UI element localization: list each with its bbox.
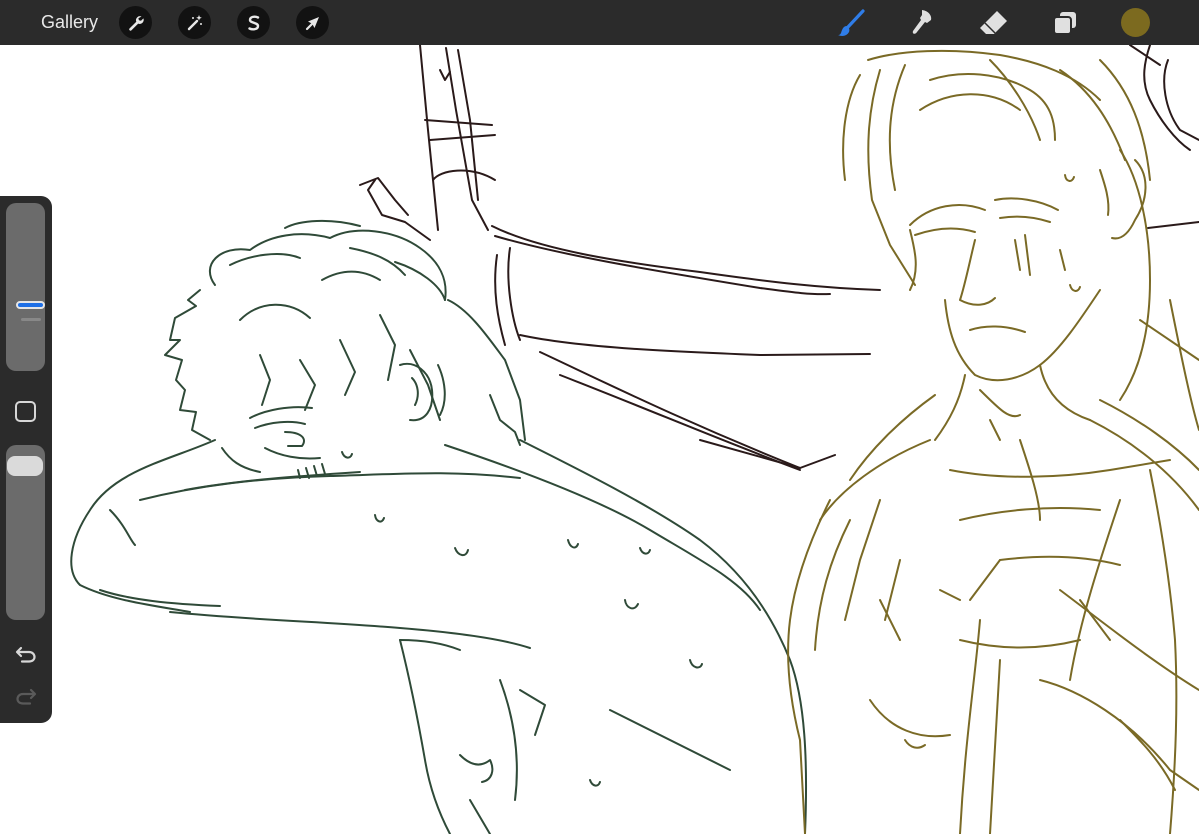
transform-arrow-icon [305, 16, 319, 30]
redo-icon [16, 688, 37, 705]
color-picker-button[interactable] [1121, 8, 1150, 37]
eraser-tool-button[interactable] [976, 6, 1010, 40]
modify-button[interactable] [15, 401, 36, 422]
adjustments-button[interactable] [178, 6, 211, 39]
smudge-icon [912, 10, 932, 34]
brush-opacity-slider[interactable] [6, 445, 45, 620]
gallery-button[interactable]: Gallery [41, 11, 98, 33]
brush-size-thumb[interactable] [16, 301, 45, 309]
smudge-tool-button[interactable] [905, 6, 939, 40]
right-figure-sketch [787, 49, 1199, 834]
brush-size-slider[interactable] [6, 203, 45, 371]
undo-icon [15, 646, 36, 663]
layers-button[interactable] [1048, 6, 1082, 40]
selection-button[interactable] [237, 6, 270, 39]
actions-button[interactable] [119, 6, 152, 39]
wrench-icon [128, 15, 144, 31]
brush-size-marker [21, 318, 41, 321]
sketch-artwork [70, 45, 1199, 834]
dark-arm-sketch [359, 45, 1199, 471]
eraser-icon [980, 11, 1007, 34]
top-toolbar: Gallery [0, 0, 1199, 45]
transform-button[interactable] [296, 6, 329, 39]
selection-s-icon [247, 15, 259, 30]
left-figure-sketch [70, 219, 808, 834]
magic-wand-icon [187, 14, 202, 30]
redo-button[interactable] [13, 685, 39, 707]
brush-icon [838, 9, 865, 36]
drawing-canvas[interactable] [0, 45, 1199, 834]
brush-sidebar [0, 196, 52, 723]
brush-opacity-thumb[interactable] [7, 456, 43, 476]
brush-tool-button[interactable] [834, 6, 868, 40]
undo-button[interactable] [13, 643, 39, 665]
layers-icon [1053, 12, 1076, 35]
